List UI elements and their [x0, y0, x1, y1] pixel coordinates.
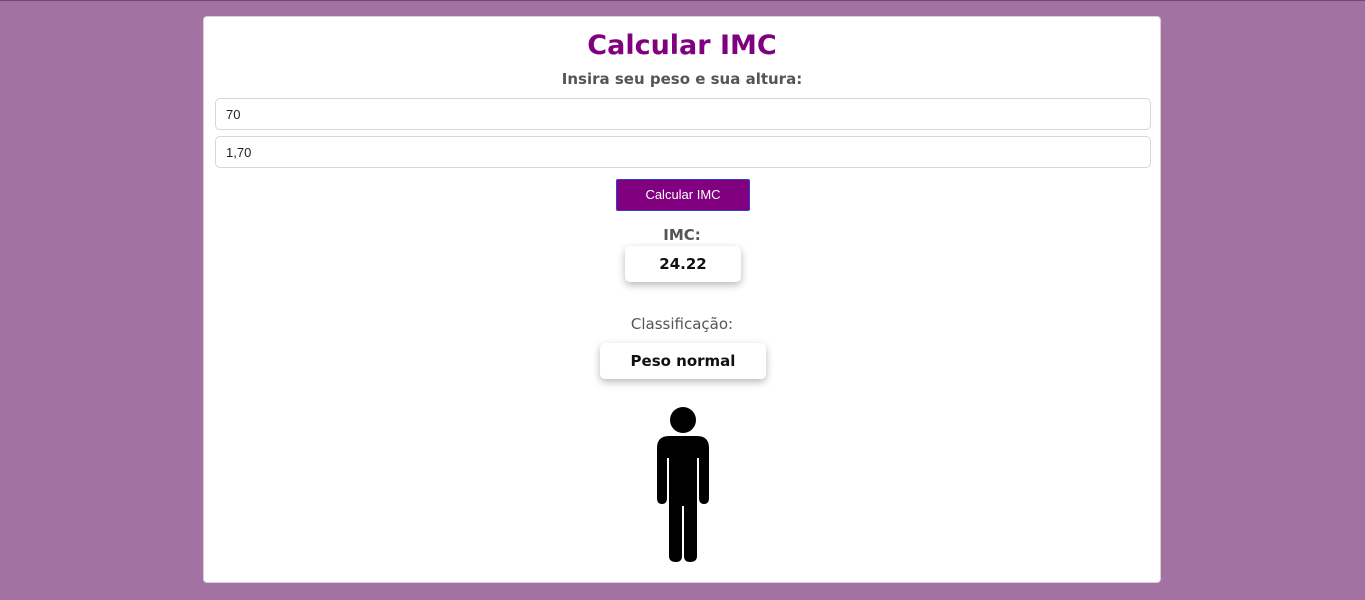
page-subtitle: Insira seu peso e sua altura:: [561, 70, 803, 88]
page-title: Calcular IMC: [587, 30, 777, 61]
imc-label: IMC:: [663, 226, 701, 244]
classification-value: Peso normal: [600, 343, 766, 379]
person-standing-icon: [657, 407, 709, 562]
height-input[interactable]: [215, 136, 1151, 168]
imc-calculator-card: Calcular IMC Insira seu peso e sua altur…: [203, 16, 1161, 583]
calculate-imc-button[interactable]: Calcular IMC: [616, 179, 750, 211]
window-top-border: [0, 0, 1365, 1]
weight-input[interactable]: [215, 98, 1151, 130]
classification-label: Classificação:: [630, 315, 734, 333]
imc-value: 24.22: [625, 246, 741, 282]
